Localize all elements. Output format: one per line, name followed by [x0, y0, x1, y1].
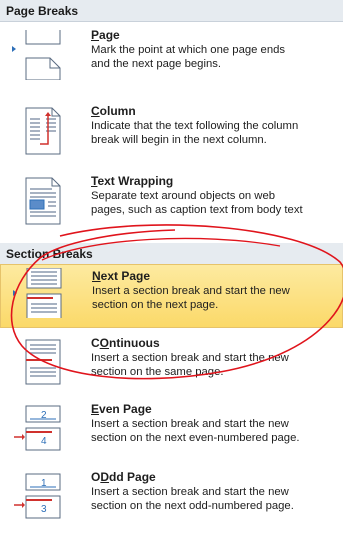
breaks-dropdown-menu: Page Breaks Page Mark the point at which… — [0, 0, 343, 536]
menu-item-odd-page-section[interactable]: 1 3 ODdd Page Insert a section break and… — [0, 466, 343, 530]
menu-item-description: Separate text around objects on web pages… — [91, 190, 303, 216]
odd-page-section-icon: 1 3 — [14, 473, 61, 519]
even-page-section-icon: 2 4 — [14, 405, 61, 451]
menu-item-title: Page — [91, 28, 120, 42]
svg-text:4: 4 — [41, 436, 47, 447]
next-page-section-icon — [13, 268, 62, 318]
column-break-icon — [25, 107, 61, 155]
menu-item-continuous-section[interactable]: COntinuous Insert a section break and st… — [0, 332, 343, 392]
menu-item-description: Insert a section break and start the new… — [91, 486, 294, 512]
menu-item-page-break[interactable]: Page Mark the point at which one page en… — [0, 24, 343, 88]
menu-item-text-wrapping[interactable]: Text Wrapping Separate text around objec… — [0, 170, 343, 236]
menu-item-title: Next Page — [92, 269, 151, 283]
menu-item-description: Mark the point at which one page ends and… — [91, 44, 286, 70]
menu-item-next-page-section[interactable]: Next Page Insert a section break and sta… — [0, 264, 343, 328]
menu-item-title: Even Page — [91, 402, 152, 416]
section-breaks-header: Section Breaks — [0, 243, 343, 265]
continuous-section-icon — [25, 339, 61, 385]
menu-item-title: ODdd Page — [91, 470, 156, 484]
menu-item-title: COntinuous — [91, 336, 160, 350]
page-breaks-header: Page Breaks — [0, 0, 343, 22]
svg-text:3: 3 — [41, 504, 47, 515]
menu-item-description: Insert a section break and start the new… — [91, 352, 289, 378]
text-wrapping-icon — [25, 177, 61, 225]
menu-item-even-page-section[interactable]: 2 4 Even Page Insert a section break and… — [0, 398, 343, 462]
menu-item-title: Column — [91, 104, 136, 118]
page-break-icon — [12, 30, 61, 80]
menu-item-description: Insert a section break and start the new… — [91, 418, 300, 444]
menu-item-description: Insert a section break and start the new… — [92, 285, 290, 311]
menu-item-title: Text Wrapping — [91, 174, 174, 188]
menu-item-description: Indicate that the text following the col… — [91, 120, 299, 146]
menu-item-column-break[interactable]: Column Indicate that the text following … — [0, 100, 343, 162]
